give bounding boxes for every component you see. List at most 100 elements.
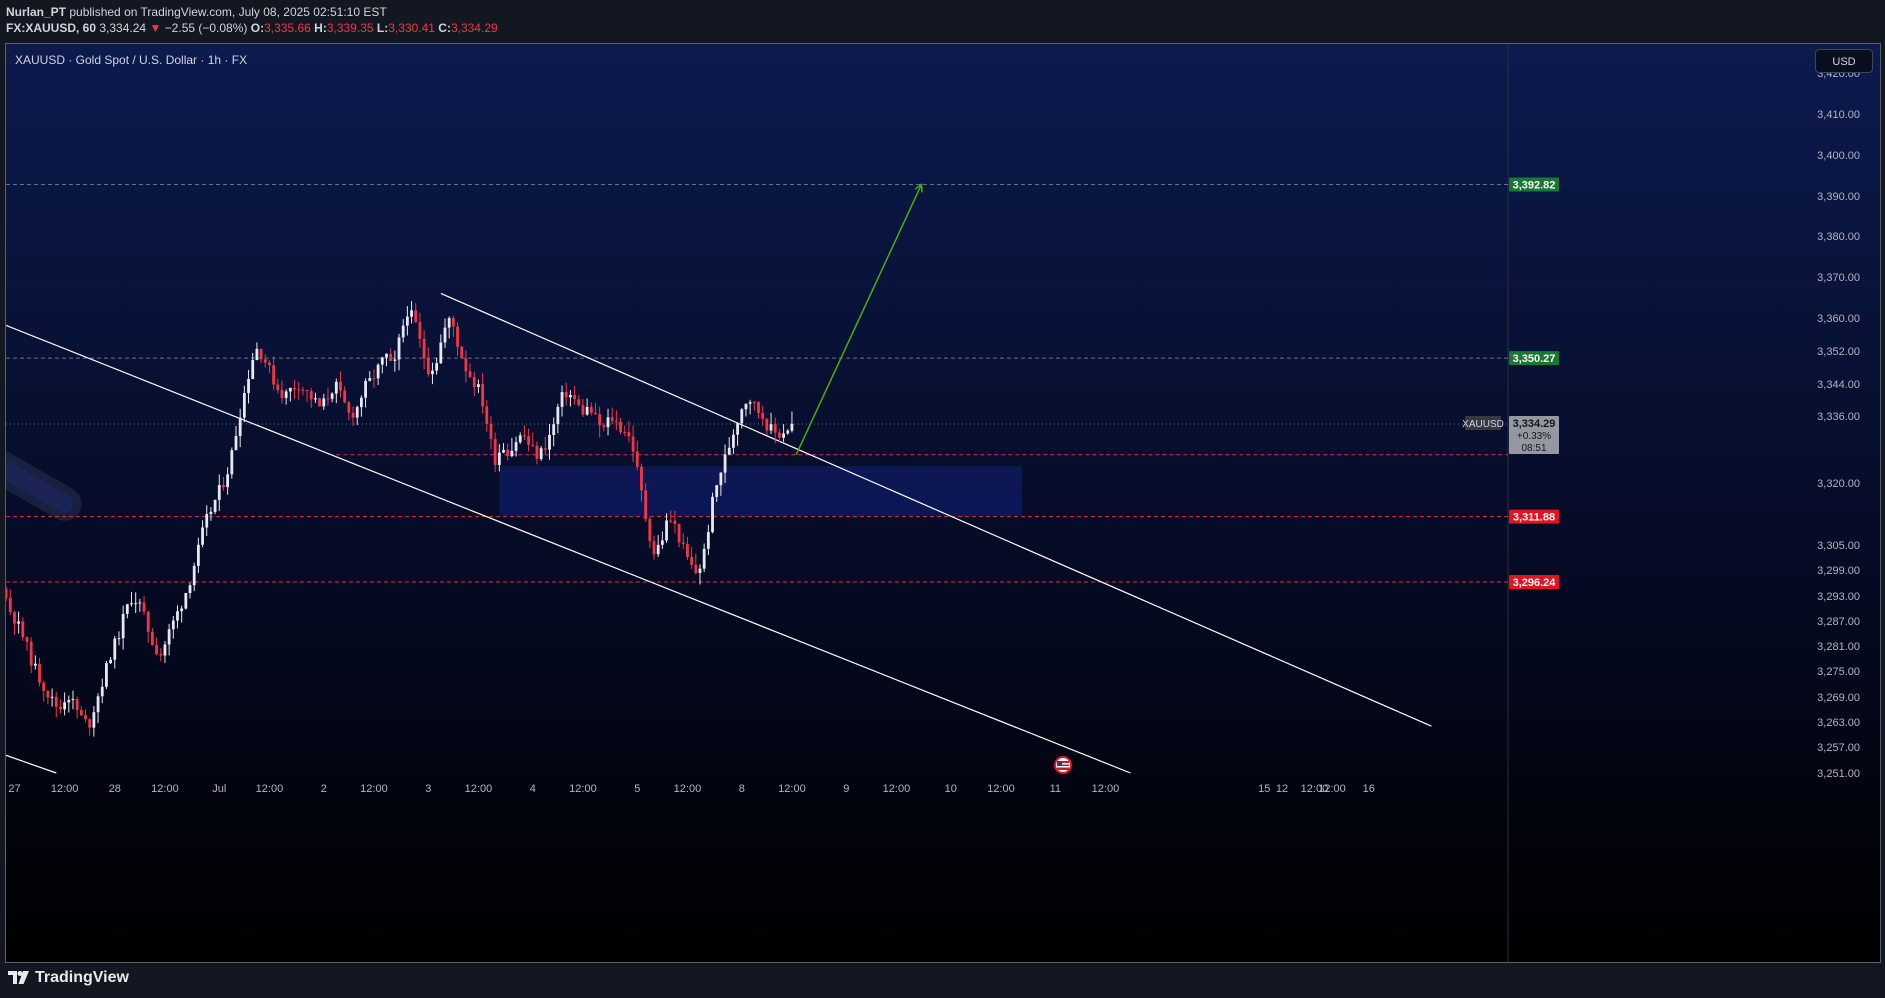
candle-body bbox=[42, 682, 46, 691]
candle-body bbox=[585, 406, 589, 415]
candle-body bbox=[201, 527, 204, 545]
candle-body bbox=[431, 370, 434, 375]
candle-body bbox=[46, 690, 50, 698]
candle-body bbox=[497, 452, 501, 465]
candle-body bbox=[84, 715, 87, 720]
candle-body bbox=[439, 342, 443, 364]
candle-body bbox=[778, 432, 781, 438]
candle-body bbox=[405, 316, 409, 326]
candle bbox=[230, 447, 234, 479]
x-tick-label: 12:00 bbox=[569, 783, 597, 795]
x-tick-label: 11 bbox=[1050, 783, 1061, 795]
candle-body bbox=[280, 390, 284, 398]
tradingview-brand[interactable]: TradingView bbox=[8, 969, 129, 987]
candle-body bbox=[71, 699, 75, 701]
x-tick-label: 15 bbox=[1258, 783, 1270, 795]
y-tick-label: 3,352.00 bbox=[1817, 346, 1860, 358]
candle-body bbox=[727, 447, 731, 455]
demand-zone bbox=[499, 466, 1022, 517]
candle-body bbox=[343, 390, 347, 403]
chart-frame[interactable]: 3,420.00 3,410.00 3,400.00 3,390.00 3,380.00… bbox=[5, 43, 1881, 963]
x-tick-label: 12:00 bbox=[51, 783, 79, 795]
publish-line: Nurlan_PT published on TradingView.com, … bbox=[6, 5, 387, 19]
candle-body bbox=[255, 348, 259, 361]
candle-body bbox=[426, 358, 430, 375]
y-tick-label: 3,281.00 bbox=[1817, 641, 1860, 653]
candle-body bbox=[594, 412, 597, 415]
candle-body bbox=[773, 424, 777, 433]
candle-body bbox=[669, 520, 673, 522]
candle-body bbox=[744, 403, 748, 410]
candle-body bbox=[765, 418, 769, 431]
chart-title: XAUUSD · Gold Spot / U.S. Dollar · 1h · … bbox=[15, 53, 248, 67]
us-flag-event-icon[interactable] bbox=[1054, 756, 1072, 774]
candle-body bbox=[297, 389, 301, 391]
price-badge-label: 3,392.82 bbox=[1513, 179, 1556, 191]
candle-body bbox=[481, 384, 485, 407]
price-badge-label: 3,350.27 bbox=[1513, 353, 1556, 365]
candle-body bbox=[719, 472, 723, 486]
ohlc-line: FX:XAUUSD, 60 3,334.24 ▼ −2.55 (−0.08%) … bbox=[6, 21, 498, 35]
current-price-change: +0.33% bbox=[1517, 431, 1551, 442]
candle-body bbox=[376, 364, 380, 379]
candle-body bbox=[573, 394, 576, 400]
candle-body bbox=[686, 543, 689, 557]
x-tick-label: 12:00 bbox=[1092, 783, 1120, 795]
x-tick-label: 12:00 bbox=[151, 783, 179, 795]
y-tick-label: 3,344.00 bbox=[1817, 379, 1860, 391]
candle-body bbox=[556, 406, 560, 425]
candle-body bbox=[134, 603, 138, 605]
candle-body bbox=[155, 644, 158, 654]
y-tick-label: 3,293.00 bbox=[1817, 591, 1860, 603]
candle-body bbox=[192, 565, 196, 586]
candle-body bbox=[330, 393, 334, 399]
x-tick-label: 12:00 bbox=[987, 783, 1015, 795]
candle-body bbox=[50, 696, 54, 698]
y-tick-label: 3,390.00 bbox=[1817, 191, 1860, 203]
candle-body bbox=[29, 641, 33, 666]
candle-body bbox=[326, 398, 330, 400]
candle-body bbox=[648, 519, 652, 542]
candle-body bbox=[146, 611, 150, 632]
low-label: L: bbox=[376, 21, 389, 35]
candle-body bbox=[372, 378, 376, 380]
candle-body bbox=[130, 603, 133, 605]
x-tick-label: Jul bbox=[212, 783, 226, 795]
y-tick-label: 3,370.00 bbox=[1817, 272, 1860, 284]
candle-body bbox=[548, 434, 551, 450]
last-price: 3,334.24 bbox=[99, 21, 147, 35]
candle-body bbox=[677, 523, 681, 543]
candle-body bbox=[502, 449, 505, 453]
candle-body bbox=[602, 425, 606, 428]
price-chart[interactable]: 3,420.003,410.003,400.003,390.003,380.00… bbox=[6, 44, 1880, 962]
candle-body bbox=[251, 360, 255, 379]
x-tick-label: 12:00 bbox=[256, 783, 284, 795]
author-name[interactable]: Nurlan_PT bbox=[6, 5, 66, 19]
candle-body bbox=[518, 435, 522, 443]
candle-body bbox=[8, 598, 12, 613]
candle-body bbox=[314, 398, 317, 400]
candle-body bbox=[25, 637, 29, 642]
candle-body bbox=[205, 514, 209, 528]
candle-body bbox=[397, 337, 401, 360]
candle bbox=[711, 492, 714, 534]
y-tick-label: 3,263.00 bbox=[1817, 717, 1860, 729]
y-tick-label: 3,380.00 bbox=[1817, 231, 1860, 243]
chart-header: Nurlan_PT published on TradingView.com, … bbox=[0, 0, 1885, 42]
candle-body bbox=[493, 438, 497, 465]
currency-button[interactable]: USD bbox=[1815, 49, 1873, 73]
candle-body bbox=[276, 384, 280, 391]
candle-body bbox=[142, 602, 146, 612]
candle-body bbox=[117, 638, 121, 640]
candle-body bbox=[635, 451, 639, 467]
candle-body bbox=[640, 466, 643, 491]
y-tick-label: 3,287.00 bbox=[1817, 616, 1860, 628]
candle-body bbox=[706, 532, 710, 549]
candle-body bbox=[523, 435, 526, 437]
candle-body bbox=[230, 450, 234, 475]
candle-body bbox=[217, 485, 221, 500]
candle-body bbox=[514, 442, 518, 451]
y-tick-label: 3,275.00 bbox=[1817, 666, 1860, 678]
candle-body bbox=[385, 353, 388, 358]
candle-body bbox=[125, 604, 129, 614]
